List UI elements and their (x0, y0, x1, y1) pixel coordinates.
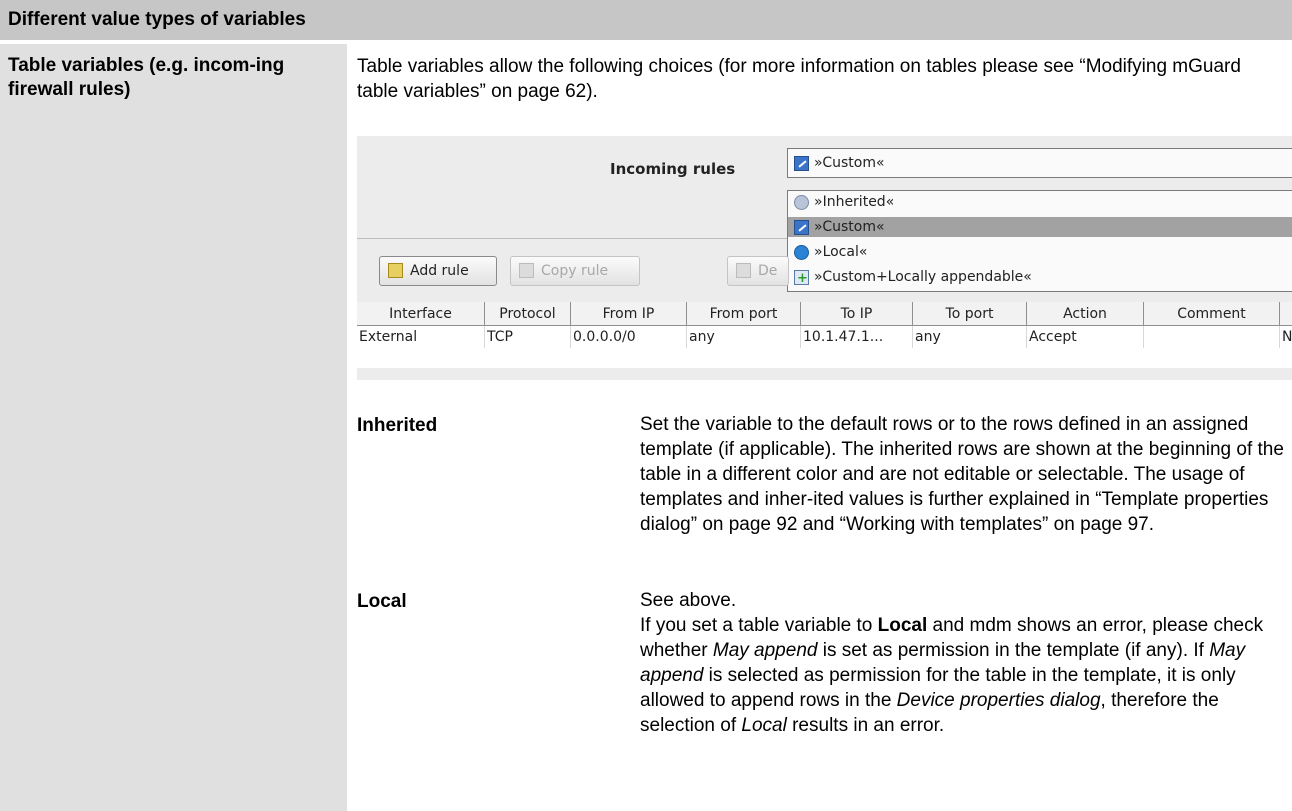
section-header: Different value types of variables (0, 0, 1292, 40)
column-header[interactable]: From port (687, 302, 801, 326)
column-header[interactable] (1280, 302, 1292, 326)
edit-icon (794, 156, 809, 171)
delete-rule-icon (736, 263, 751, 278)
edit-icon (794, 220, 809, 235)
desc-local: See above. If you set a table variable t… (640, 588, 1290, 738)
dropdown-option-custom[interactable]: »Custom« (788, 217, 1292, 237)
italic-term: Device properties dialog (896, 690, 1101, 711)
dropdown-option-custom-locally-appendable[interactable]: »Custom+Locally appendable« (788, 267, 1292, 289)
embedded-screenshot: Incoming rules »Custom« »Inherited« »Cus… (357, 136, 1292, 380)
text-run: is set as permission in the template (if… (817, 640, 1210, 661)
table-cell[interactable]: any (913, 326, 1027, 348)
bold-term: Local (877, 615, 928, 636)
copy-rule-button[interactable]: Copy rule (510, 256, 640, 286)
column-header[interactable]: Protocol (485, 302, 571, 326)
copy-rule-icon (519, 263, 534, 278)
text-run: results in an error. (786, 715, 945, 736)
delete-rule-button[interactable]: De (727, 256, 789, 286)
dropdown-option-inherited[interactable]: »Inherited« (788, 192, 1292, 212)
table-scroll-area (357, 368, 1292, 380)
term-inherited: Inherited (357, 415, 438, 436)
row-label: Table variables (e.g. incom-ing firewall… (8, 55, 285, 100)
local-icon (794, 245, 809, 260)
term-local: Local (357, 591, 407, 612)
option-label: »Custom+Locally appendable« (814, 269, 1032, 285)
incoming-rules-label: Incoming rules (610, 160, 736, 178)
divider (357, 238, 787, 239)
text-run: If you set a table variable to (640, 615, 878, 636)
rules-table: Interface Protocol From IP From port To … (357, 302, 1292, 368)
option-label: »Inherited« (814, 194, 895, 210)
value-type-dropdown: »Inherited« »Custom« »Local« »Custom+Loc… (787, 190, 1292, 292)
select-value: »Custom« (814, 155, 885, 171)
column-header[interactable]: To port (913, 302, 1027, 326)
option-label: »Local« (814, 244, 868, 260)
column-header[interactable]: From IP (571, 302, 687, 326)
dropdown-option-local[interactable]: »Local« (788, 242, 1292, 262)
left-column: Table variables (e.g. incom-ing firewall… (0, 44, 347, 811)
italic-term: Local (741, 715, 787, 736)
inherited-icon (794, 195, 809, 210)
table-cell[interactable] (1144, 326, 1280, 348)
table-cell[interactable]: any (687, 326, 801, 348)
table-cell[interactable]: Accept (1027, 326, 1144, 348)
column-header[interactable]: Comment (1144, 302, 1280, 326)
table-cell[interactable]: 0.0.0.0/0 (571, 326, 687, 348)
button-label: Add rule (410, 263, 469, 279)
add-rule-button[interactable]: Add rule (379, 256, 497, 286)
table-cell[interactable]: 10.1.47.1... (801, 326, 913, 348)
desc-inherited: Set the variable to the default rows or … (640, 414, 1284, 535)
column-header[interactable]: Action (1027, 302, 1144, 326)
table-cell[interactable]: External (357, 326, 485, 348)
italic-term: May append (712, 640, 818, 661)
append-icon (794, 269, 809, 289)
incoming-rules-select[interactable]: »Custom« (787, 148, 1292, 178)
button-label: De (758, 263, 778, 279)
add-rule-icon (388, 263, 403, 278)
local-paragraph: If you set a table variable to Local and… (640, 613, 1290, 738)
column-header[interactable]: Interface (357, 302, 485, 326)
local-line-1: See above. (640, 590, 737, 611)
column-header[interactable]: To IP (801, 302, 913, 326)
button-label: Copy rule (541, 263, 609, 279)
option-label: »Custom« (814, 219, 885, 235)
table-cell[interactable]: TCP (485, 326, 571, 348)
intro-text: Table variables allow the following choi… (357, 56, 1241, 102)
table-cell[interactable]: N (1280, 326, 1292, 348)
